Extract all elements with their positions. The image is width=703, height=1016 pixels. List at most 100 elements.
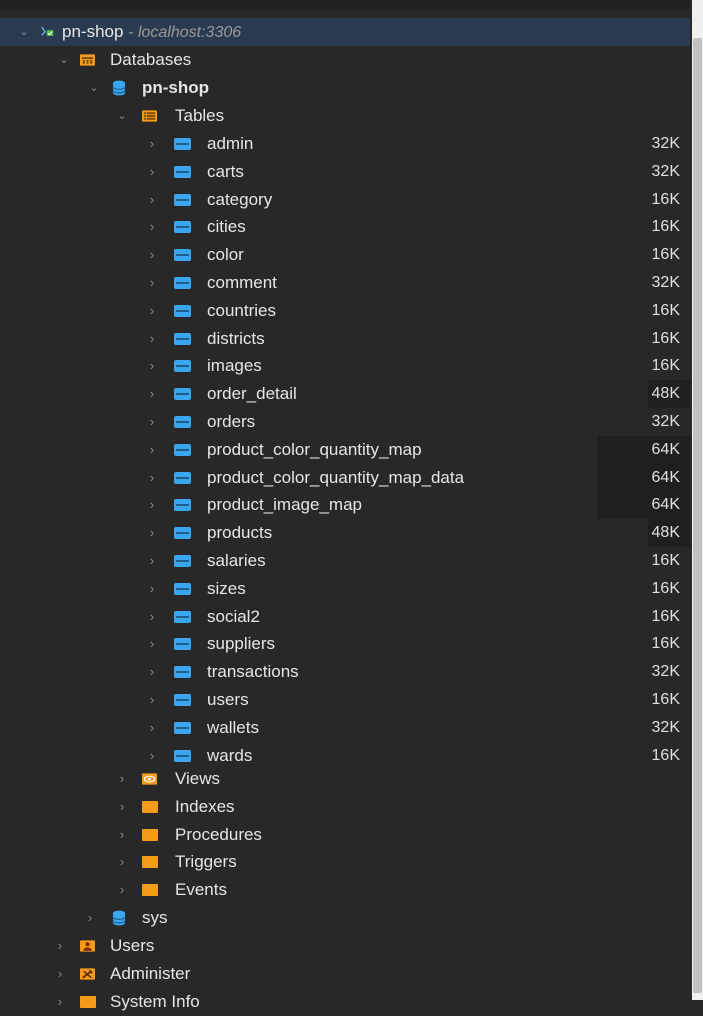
chevron-right-icon[interactable]: › bbox=[146, 658, 158, 686]
table-row[interactable]: › suppliers 16K bbox=[0, 630, 690, 658]
folder-node-views[interactable]: › Views bbox=[0, 765, 690, 793]
table-name: images bbox=[207, 356, 262, 376]
chevron-right-icon[interactable]: › bbox=[84, 904, 96, 932]
chevron-right-icon[interactable]: › bbox=[146, 547, 158, 575]
table-size: 32K bbox=[651, 274, 680, 291]
chevron-right-icon[interactable]: › bbox=[54, 932, 66, 960]
table-row[interactable]: › order_detail 48K bbox=[0, 380, 690, 409]
chevron-right-icon[interactable]: › bbox=[146, 408, 158, 436]
chevron-down-icon[interactable]: ⌄ bbox=[116, 102, 128, 130]
chevron-right-icon[interactable]: › bbox=[146, 130, 158, 158]
table-name: users bbox=[207, 690, 249, 709]
folder-node-indexes[interactable]: › Indexes bbox=[0, 793, 690, 821]
table-row[interactable]: › orders 32K bbox=[0, 408, 690, 436]
database-node-sys[interactable]: › sys bbox=[0, 904, 690, 932]
top-strip bbox=[0, 0, 690, 10]
chevron-right-icon[interactable]: › bbox=[146, 491, 158, 519]
table-icon bbox=[174, 721, 191, 734]
chevron-right-icon[interactable]: › bbox=[146, 352, 158, 380]
table-row[interactable]: › product_image_map 64K bbox=[0, 491, 690, 520]
chevron-right-icon[interactable]: › bbox=[146, 158, 158, 186]
chevron-right-icon[interactable]: › bbox=[146, 297, 158, 325]
databases-label: Databases bbox=[110, 50, 192, 69]
chevron-right-icon[interactable]: › bbox=[146, 241, 158, 269]
chevron-right-icon[interactable]: › bbox=[146, 714, 158, 742]
table-icon bbox=[174, 221, 191, 234]
chevron-right-icon[interactable]: › bbox=[116, 821, 128, 849]
table-row[interactable]: › images 16K bbox=[0, 352, 690, 380]
table-size: 32K bbox=[651, 162, 680, 180]
chevron-right-icon[interactable]: › bbox=[146, 436, 158, 464]
system-info-icon bbox=[80, 996, 96, 1008]
table-size: 48K bbox=[651, 524, 680, 542]
table-icon bbox=[174, 527, 191, 540]
folder-icon bbox=[142, 828, 158, 841]
chevron-right-icon[interactable]: › bbox=[146, 186, 158, 214]
table-row[interactable]: › users 16K bbox=[0, 686, 690, 714]
database-node-pn-shop[interactable]: ⌄ pn-shop bbox=[0, 74, 690, 102]
chevron-right-icon[interactable]: › bbox=[146, 269, 158, 297]
chevron-right-icon[interactable]: › bbox=[146, 325, 158, 353]
table-name: products bbox=[207, 523, 273, 543]
table-icon bbox=[174, 555, 191, 567]
chevron-right-icon[interactable]: › bbox=[116, 876, 128, 904]
folder-node-procedures[interactable]: › Procedures bbox=[0, 821, 690, 849]
table-row[interactable]: › products 48K bbox=[0, 519, 690, 548]
chevron-right-icon[interactable]: › bbox=[54, 988, 66, 1016]
connection-node[interactable]: ⌄ pn-shop - localhost:3306 bbox=[0, 18, 690, 46]
table-row[interactable]: › social2 16K bbox=[0, 603, 690, 631]
chevron-down-icon[interactable]: ⌄ bbox=[18, 18, 30, 46]
table-row[interactable]: › comment 32K bbox=[0, 269, 690, 297]
chevron-right-icon[interactable]: › bbox=[146, 603, 158, 631]
scrollbar-thumb[interactable] bbox=[693, 38, 702, 993]
vertical-scrollbar[interactable] bbox=[692, 0, 703, 1000]
folder-icon bbox=[142, 856, 158, 869]
chevron-right-icon[interactable]: › bbox=[146, 213, 158, 241]
eye-icon bbox=[142, 773, 157, 785]
table-row[interactable]: › countries 16K bbox=[0, 297, 690, 325]
table-name: admin bbox=[207, 134, 254, 153]
table-name: salaries bbox=[207, 551, 266, 570]
chevron-right-icon[interactable]: › bbox=[116, 765, 128, 793]
table-name: sizes bbox=[207, 578, 246, 598]
table-name: order_detail bbox=[207, 384, 297, 404]
table-size: 16K bbox=[651, 607, 680, 625]
table-row[interactable]: › wallets 32K bbox=[0, 714, 690, 742]
chevron-right-icon[interactable]: › bbox=[146, 519, 158, 547]
system-info-node[interactable]: › System Info bbox=[0, 988, 690, 1016]
chevron-down-icon[interactable]: ⌄ bbox=[58, 46, 70, 74]
table-icon bbox=[174, 471, 191, 484]
table-icon bbox=[174, 277, 191, 289]
table-row[interactable]: › transactions 32K bbox=[0, 658, 690, 686]
chevron-right-icon[interactable]: › bbox=[146, 686, 158, 714]
users-node[interactable]: › Users bbox=[0, 932, 690, 960]
folder-node-triggers[interactable]: › Triggers bbox=[0, 848, 690, 876]
chevron-down-icon[interactable]: ⌄ bbox=[88, 74, 100, 102]
tables-node[interactable]: ⌄ Tables bbox=[0, 102, 690, 130]
table-row[interactable]: › carts 32K bbox=[0, 158, 690, 186]
sys-label: sys bbox=[142, 908, 168, 927]
table-size: 32K bbox=[651, 718, 680, 736]
table-row[interactable]: › sizes 16K bbox=[0, 575, 690, 603]
table-row[interactable]: › admin 32K bbox=[0, 130, 690, 158]
table-row[interactable]: › product_color_quantity_map 64K bbox=[0, 435, 690, 464]
table-row[interactable]: › product_color_quantity_map_data 64K bbox=[0, 463, 690, 492]
database-icon bbox=[112, 80, 126, 96]
chevron-right-icon[interactable]: › bbox=[146, 380, 158, 408]
chevron-right-icon[interactable]: › bbox=[146, 575, 158, 603]
chevron-right-icon[interactable]: › bbox=[116, 793, 128, 821]
connection-host: - localhost:3306 bbox=[128, 24, 242, 41]
table-row[interactable]: › salaries 16K bbox=[0, 547, 690, 575]
table-row[interactable]: › color 16K bbox=[0, 241, 690, 269]
chevron-right-icon[interactable]: › bbox=[54, 960, 66, 988]
table-row[interactable]: › category 16K bbox=[0, 186, 690, 214]
databases-node[interactable]: ⌄ Databases bbox=[0, 46, 690, 74]
table-row[interactable]: › cities 16K bbox=[0, 213, 690, 241]
administer-node[interactable]: › Administer bbox=[0, 960, 690, 988]
chevron-right-icon[interactable]: › bbox=[146, 464, 158, 492]
table-row[interactable]: › districts 16K bbox=[0, 325, 690, 353]
chevron-right-icon[interactable]: › bbox=[116, 848, 128, 876]
table-icon bbox=[174, 416, 191, 428]
chevron-right-icon[interactable]: › bbox=[146, 630, 158, 658]
folder-node-events[interactable]: › Events bbox=[0, 876, 690, 904]
